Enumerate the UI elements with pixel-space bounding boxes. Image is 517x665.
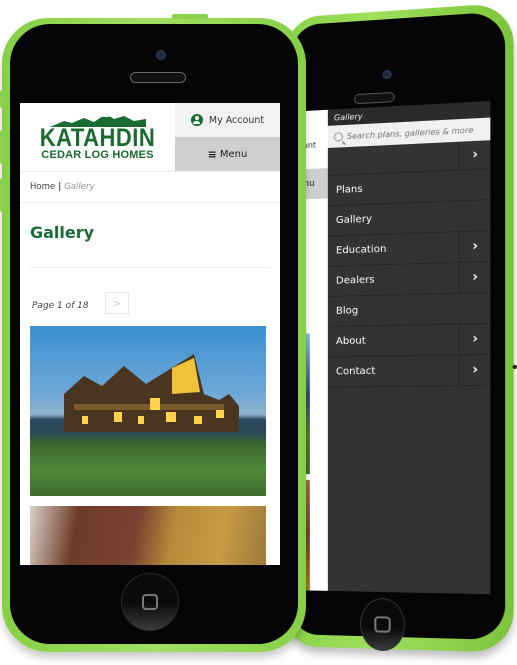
nav-item-label: Plans xyxy=(335,183,363,196)
chevron-right-icon[interactable]: › xyxy=(458,323,491,355)
chevron-right-icon: > xyxy=(112,296,122,310)
site-header: KATAHDIN CEDAR LOG HOMES My Account ≡ Me… xyxy=(20,103,280,171)
menu-button[interactable]: ≡ Menu xyxy=(175,137,280,171)
home-button[interactable] xyxy=(360,597,406,652)
nav-item-dealers[interactable]: Dealers › xyxy=(327,261,491,297)
phone-screen: KATAHDIN CEDAR LOG HOMES My Account ≡ Me… xyxy=(20,103,280,565)
back-phone: ount enu Gallery › Plans xyxy=(286,0,517,663)
gallery-photo[interactable] xyxy=(30,506,266,565)
breadcrumb-separator: | xyxy=(58,182,62,192)
breadcrumb-home[interactable]: Home xyxy=(30,182,55,192)
nav-item-about[interactable]: About › xyxy=(327,323,491,358)
search-icon xyxy=(333,131,343,142)
nav-item-label: Gallery xyxy=(335,213,372,227)
volume-down-button xyxy=(0,178,4,212)
my-account-button[interactable]: My Account xyxy=(175,103,280,137)
nav-item-education[interactable]: Education › xyxy=(327,231,491,267)
page-title: Gallery xyxy=(30,223,95,242)
pagination: Page 1 of 18 > xyxy=(20,268,280,326)
nav-item-blog[interactable]: Blog xyxy=(327,292,491,328)
gallery-photo[interactable] xyxy=(30,326,266,496)
header-actions: My Account ≡ Menu xyxy=(175,103,280,171)
page-indicator: Page 1 of 18 xyxy=(32,301,89,311)
nav-item-label: Blog xyxy=(335,305,359,317)
brand-name: KATAHDIN xyxy=(39,123,156,152)
breadcrumb: Home | Gallery xyxy=(20,171,280,203)
nav-item-label: About xyxy=(335,335,366,348)
phone-case: ount enu Gallery › Plans xyxy=(286,2,517,653)
site-logo[interactable]: KATAHDIN CEDAR LOG HOMES xyxy=(20,103,175,171)
search-input[interactable] xyxy=(346,124,481,141)
nav-drawer: Gallery › Plans Gallery Edu xyxy=(327,101,491,595)
hamburger-icon: ≡ xyxy=(207,147,217,161)
log-home-image xyxy=(64,354,239,432)
home-square-icon xyxy=(374,616,391,633)
nav-item-label: Education xyxy=(335,243,387,257)
chevron-right-icon[interactable]: › xyxy=(458,261,491,293)
home-square-icon xyxy=(142,594,158,610)
mute-switch xyxy=(0,90,4,108)
chevron-right-icon[interactable]: › xyxy=(458,140,491,170)
phone-screen: ount enu Gallery › Plans xyxy=(297,101,491,595)
nav-item-contact[interactable]: Contact › xyxy=(327,354,491,388)
side-dot xyxy=(512,364,517,370)
user-circle-icon xyxy=(190,114,203,126)
front-phone: KATAHDIN CEDAR LOG HOMES My Account ≡ Me… xyxy=(0,14,306,652)
speaker-icon xyxy=(354,91,395,105)
home-button[interactable] xyxy=(121,573,179,631)
camera-icon xyxy=(382,69,392,80)
nav-item-label: Contact xyxy=(335,365,376,378)
breadcrumb-current: Gallery xyxy=(64,182,95,192)
phone-bezel: ount enu Gallery › Plans xyxy=(291,11,506,652)
menu-label: Menu xyxy=(219,148,248,160)
next-page-button[interactable]: > xyxy=(104,292,129,314)
camera-icon xyxy=(156,50,166,60)
power-button xyxy=(172,14,208,19)
chevron-right-icon[interactable]: › xyxy=(458,354,491,386)
chevron-right-icon[interactable]: › xyxy=(458,231,491,262)
volume-up-button xyxy=(0,130,4,164)
my-account-label: My Account xyxy=(208,114,265,126)
speaker-icon xyxy=(130,72,186,83)
nav-item-label: Dealers xyxy=(335,274,375,287)
